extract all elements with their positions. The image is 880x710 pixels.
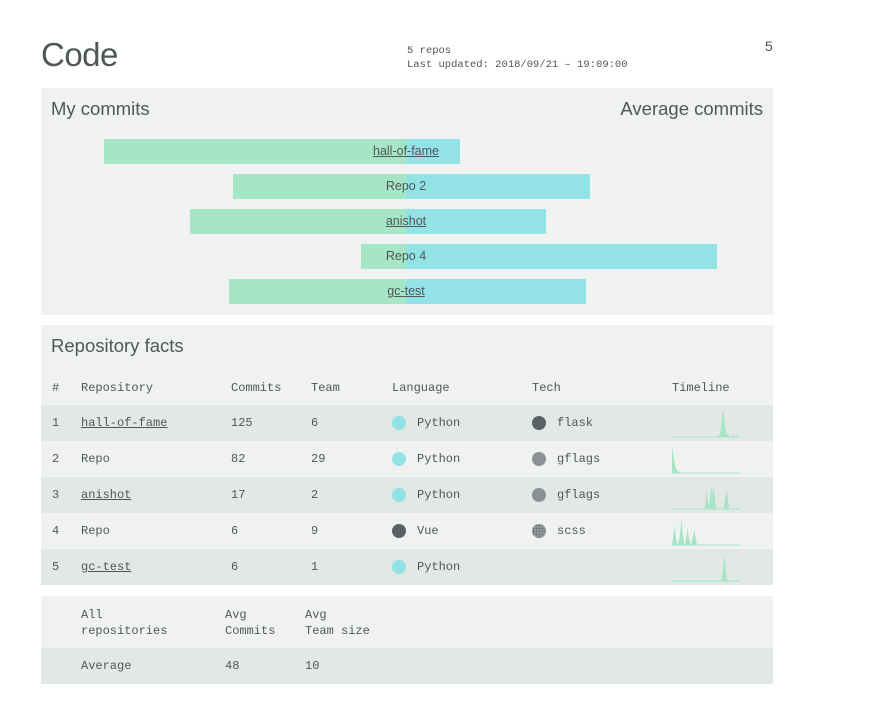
- commit-bar-row: gc-test: [41, 279, 773, 304]
- summary-col-avg-commits: Avg Commits: [225, 608, 276, 638]
- average-commits-bar: [406, 244, 717, 269]
- summary-col-all-repositories: All repositories: [81, 608, 168, 638]
- summary-col-avg-team-size: Avg Team size: [305, 608, 370, 638]
- table-row: 5 gc-test 6 1 Python: [41, 549, 773, 585]
- tech-name: scss: [557, 524, 586, 538]
- language-name: Vue: [417, 524, 439, 538]
- commit-bar-row: anishot: [41, 209, 773, 234]
- col-timeline: Timeline: [672, 381, 730, 395]
- col-repository: Repository: [81, 381, 154, 395]
- language-dot-icon: [392, 524, 406, 538]
- table-row: 4 Repo 6 9 Vue scss: [41, 513, 773, 549]
- summary-header-row: All repositories Avg Commits Avg Team si…: [41, 596, 773, 648]
- language-name: Python: [417, 452, 461, 466]
- repo-name: Repo: [81, 524, 110, 538]
- team-size: 6: [311, 416, 319, 430]
- language-dot-icon: [392, 416, 406, 430]
- average-commits-bar: [406, 279, 586, 304]
- facts-table-header: # Repository Commits Team Language Tech …: [41, 381, 773, 399]
- timeline-area: [672, 483, 740, 509]
- summary-panel: All repositories Avg Commits Avg Team si…: [41, 596, 773, 684]
- repo-link[interactable]: hall-of-fame: [373, 139, 439, 164]
- timeline-area: [672, 447, 740, 473]
- timeline-sparkline: [672, 552, 740, 582]
- team-size: 1: [311, 560, 319, 574]
- commit-bar-row: Repo 2: [41, 174, 773, 199]
- my-commits-bar: [233, 174, 406, 199]
- last-updated: Last updated: 2018/09/21 – 19:09:00: [407, 59, 628, 71]
- summary-average-label: Average: [81, 659, 132, 673]
- commits-count: 82: [231, 452, 246, 466]
- page-number: 5: [765, 38, 773, 54]
- my-commits-bar: [229, 279, 406, 304]
- repo-count: 5 repos: [407, 45, 452, 57]
- repository-facts-panel: Repository facts # Repository Commits Te…: [41, 325, 773, 585]
- tech-dot-icon: [532, 452, 546, 466]
- row-number: 5: [52, 560, 60, 574]
- team-size: 2: [311, 488, 319, 502]
- repo-link[interactable]: anishot: [81, 477, 131, 513]
- commit-bar-row: hall-of-fame: [41, 139, 773, 164]
- repo-link[interactable]: gc-test: [81, 549, 131, 585]
- meta-info: 5 repos Last updated: 2018/09/21 – 19:09…: [407, 44, 628, 72]
- timeline-area: [672, 552, 740, 581]
- my-commits-bar: [190, 209, 406, 234]
- row-number: 1: [52, 416, 60, 430]
- repo-name: Repo: [81, 452, 110, 466]
- language-name: Python: [417, 488, 461, 502]
- repository-facts-heading: Repository facts: [51, 335, 184, 356]
- row-number: 2: [52, 452, 60, 466]
- timeline-sparkline: [672, 447, 740, 474]
- timeline-sparkline: [672, 519, 740, 546]
- col-tech: Tech: [532, 381, 561, 395]
- average-commits-bar: [406, 174, 590, 199]
- language-name: Python: [417, 416, 461, 430]
- average-commits-heading: Average commits: [620, 98, 763, 119]
- col-number: #: [52, 381, 60, 395]
- commits-count: 6: [231, 560, 239, 574]
- repo-label: Repo 2: [385, 179, 427, 193]
- commits-count: 6: [231, 524, 239, 538]
- table-row: 2 Repo 82 29 Python gflags: [41, 441, 773, 477]
- commits-count: 17: [231, 488, 246, 502]
- average-commits-bar: [406, 209, 546, 234]
- language-name: Python: [417, 560, 461, 574]
- tech-dot-icon: [532, 488, 546, 502]
- table-row: 3 anishot 17 2 Python gflags: [41, 477, 773, 513]
- col-commits: Commits: [231, 381, 282, 395]
- language-dot-icon: [392, 452, 406, 466]
- timeline-area: [672, 519, 740, 545]
- team-size: 29: [311, 452, 326, 466]
- row-number: 4: [52, 524, 60, 538]
- my-commits-heading: My commits: [51, 98, 150, 119]
- table-row: 1 hall-of-fame 125 6 Python flask: [41, 405, 773, 441]
- timeline-sparkline: [672, 408, 740, 438]
- my-commits-bar: [104, 139, 406, 164]
- col-language: Language: [392, 381, 450, 395]
- summary-average-row: Average 48 10: [41, 648, 773, 684]
- repo-label: Repo 4: [385, 249, 427, 263]
- summary-average-team: 10: [305, 659, 320, 673]
- language-dot-icon: [392, 560, 406, 574]
- language-dot-icon: [392, 488, 406, 502]
- tech-name: gflags: [557, 452, 601, 466]
- repo-link[interactable]: anishot: [386, 209, 426, 234]
- tech-dot-icon: [532, 416, 546, 430]
- page-title: Code: [41, 36, 118, 73]
- commits-panel: My commits Average commits hall-of-fame R…: [41, 88, 773, 315]
- commit-bar-row: Repo 4: [41, 244, 773, 269]
- summary-average-commits: 48: [225, 659, 240, 673]
- timeline-area: [672, 408, 740, 437]
- repo-link[interactable]: gc-test: [387, 279, 425, 304]
- commits-count: 125: [231, 416, 253, 430]
- col-team: Team: [311, 381, 340, 395]
- tech-name: gflags: [557, 488, 601, 502]
- tech-name: flask: [557, 416, 594, 430]
- team-size: 9: [311, 524, 319, 538]
- tech-dot-icon: [532, 524, 546, 538]
- row-number: 3: [52, 488, 60, 502]
- repo-link[interactable]: hall-of-fame: [81, 405, 167, 441]
- timeline-sparkline: [672, 483, 740, 510]
